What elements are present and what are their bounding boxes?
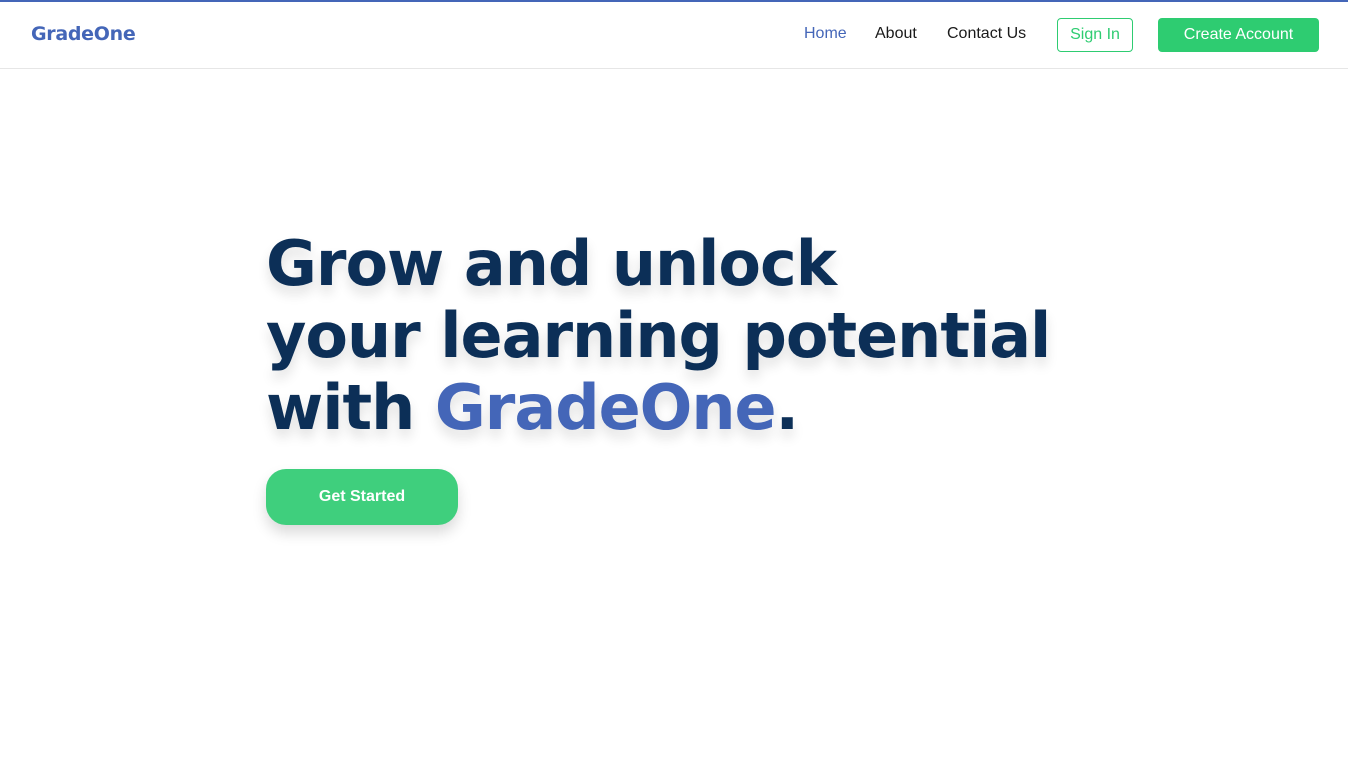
nav-link-about[interactable]: About bbox=[875, 25, 917, 43]
create-account-button[interactable]: Create Account bbox=[1158, 18, 1319, 52]
hero-title: Grow and unlock your learning potential … bbox=[266, 228, 1166, 444]
brand-logo[interactable]: GradeOne bbox=[31, 23, 136, 45]
hero-title-line-1: Grow and unlock bbox=[266, 227, 837, 300]
sign-in-button[interactable]: Sign In bbox=[1057, 18, 1133, 52]
hero-title-brand: GradeOne bbox=[434, 371, 777, 444]
hero-title-line-3-prefix: with bbox=[266, 371, 435, 444]
hero-title-line-2: your learning potential bbox=[266, 299, 1051, 372]
hero-title-period: . bbox=[775, 371, 800, 444]
get-started-button[interactable]: Get Started bbox=[266, 469, 458, 525]
navbar: GradeOne Home About Contact Us Sign In C… bbox=[0, 2, 1348, 69]
nav-link-contact-us[interactable]: Contact Us bbox=[947, 25, 1026, 43]
nav-link-home[interactable]: Home bbox=[804, 25, 847, 43]
hero-section: Grow and unlock your learning potential … bbox=[266, 228, 1166, 444]
